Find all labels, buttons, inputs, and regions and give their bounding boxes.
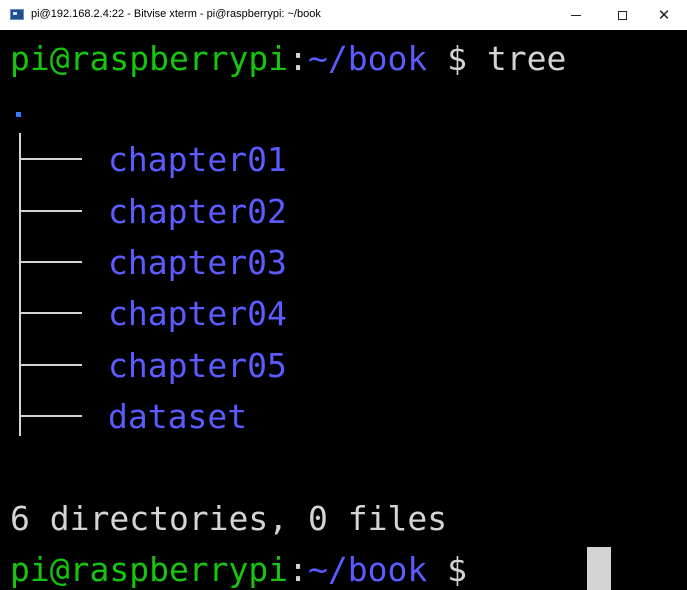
directory-entry: chapter01 [108, 140, 287, 179]
tree-branch [19, 158, 82, 160]
close-button[interactable]: ✕ [641, 0, 687, 30]
directory-entry: chapter02 [108, 192, 287, 231]
terminal-app-icon[interactable] [10, 9, 24, 20]
tree-branch [19, 312, 82, 314]
prompt-symbol: $ [427, 39, 487, 78]
prompt-symbol: $ [427, 550, 487, 589]
window-title: pi@192.168.2.4:22 - Bitvise xterm - pi@r… [31, 8, 321, 20]
command-line: pi@raspberrypi:~/book $ tree [10, 33, 566, 85]
directory-entry: chapter03 [108, 243, 287, 282]
prompt-path: ~/book [308, 39, 428, 78]
tree-branch [19, 364, 82, 366]
tree-summary: 6 directories, 0 files [10, 499, 448, 538]
text-cursor [587, 547, 611, 590]
prompt-colon: : [288, 39, 309, 78]
tree-vertical-line [19, 133, 21, 436]
directory-entry: dataset [108, 397, 248, 436]
prompt-user-host: pi@raspberrypi [10, 550, 289, 589]
prompt-colon: : [288, 550, 309, 589]
command-text: tree [486, 39, 567, 78]
maximize-button[interactable] [599, 0, 645, 30]
prompt-line[interactable]: pi@raspberrypi:~/book $ [10, 544, 487, 590]
terminal-output[interactable]: pi@raspberrypi:~/book $ tree . chapter01… [0, 30, 687, 590]
prompt-user-host: pi@raspberrypi [10, 39, 289, 78]
prompt-path: ~/book [308, 550, 428, 589]
minimize-button[interactable] [553, 0, 599, 30]
tree-branch [19, 261, 82, 263]
maximize-icon [617, 10, 627, 20]
close-icon: ✕ [657, 5, 671, 24]
minimize-icon [571, 14, 581, 16]
tree-branch [19, 210, 82, 212]
tree-branch [19, 415, 82, 417]
directory-entry: chapter04 [108, 294, 287, 333]
terminal-window: pi@192.168.2.4:22 - Bitvise xterm - pi@r… [0, 0, 687, 590]
directory-entry: chapter05 [108, 346, 287, 385]
tree-root [16, 112, 21, 117]
title-bar[interactable]: pi@192.168.2.4:22 - Bitvise xterm - pi@r… [0, 0, 687, 30]
